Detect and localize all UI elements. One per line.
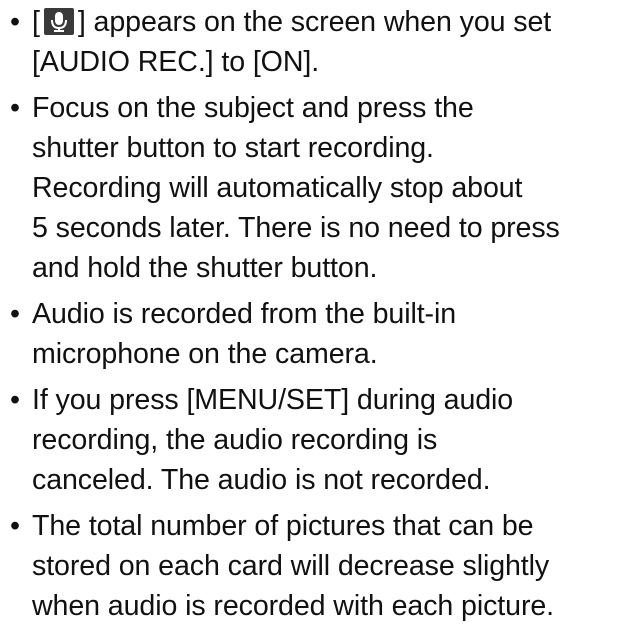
bullet-dot: • <box>10 6 20 38</box>
bullet-dot: • <box>10 92 20 124</box>
bullet-item-picture-count: • The total number of pictures that can … <box>0 506 644 626</box>
instruction-bullet-list: • [] appears on the screen when you set … <box>0 2 644 632</box>
bullet-dot: • <box>10 298 20 330</box>
bullet-1-line-1-after: ] appears on the screen when you set <box>77 6 552 38</box>
bullet-4-line-2: recording, the audio recording is <box>32 424 438 456</box>
microphone-icon <box>43 8 74 35</box>
bullet-2-line-2: shutter button to start recording. <box>32 132 434 164</box>
bullet-item-menu-set-cancel: • If you press [MENU/SET] during audio r… <box>0 380 644 500</box>
bullet-2-line-5: and hold the shutter button. <box>32 252 378 284</box>
bullet-item-focus-recording: • Focus on the subject and press the shu… <box>0 88 644 288</box>
bullet-2-line-4: 5 seconds later. There is no need to pre… <box>32 212 560 244</box>
bullet-2-line-3: Recording will automatically stop about <box>32 172 523 204</box>
bullet-5-line-1: The total number of pictures that can be <box>32 510 534 542</box>
bullet-1-line-2: [AUDIO REC.] to [ON]. <box>32 46 320 78</box>
bullet-item-microphone: • Audio is recorded from the built-in mi… <box>0 294 644 374</box>
bullet-5-line-3: when audio is recorded with each picture… <box>32 590 555 622</box>
bullet-3-line-2: microphone on the camera. <box>32 338 378 370</box>
bullet-3-line-1: Audio is recorded from the built-in <box>32 298 457 330</box>
bullet-1-line-1-before: [ <box>32 6 40 38</box>
bullet-1-line-1: [ ] appears on the screen when you set <box>32 2 644 42</box>
bullet-5-line-2: stored on each card will decrease slight… <box>32 550 550 582</box>
bullet-4-line-1: If you press [MENU/SET] during audio <box>32 384 514 416</box>
bullet-dot: • <box>10 510 20 542</box>
bullet-4-line-3: canceled. The audio is not recorded. <box>32 464 491 496</box>
bullet-2-line-1: Focus on the subject and press the <box>32 92 474 124</box>
bullet-dot: • <box>10 384 20 416</box>
bullet-item-audio-icon: • [] appears on the screen when you set … <box>0 2 644 82</box>
